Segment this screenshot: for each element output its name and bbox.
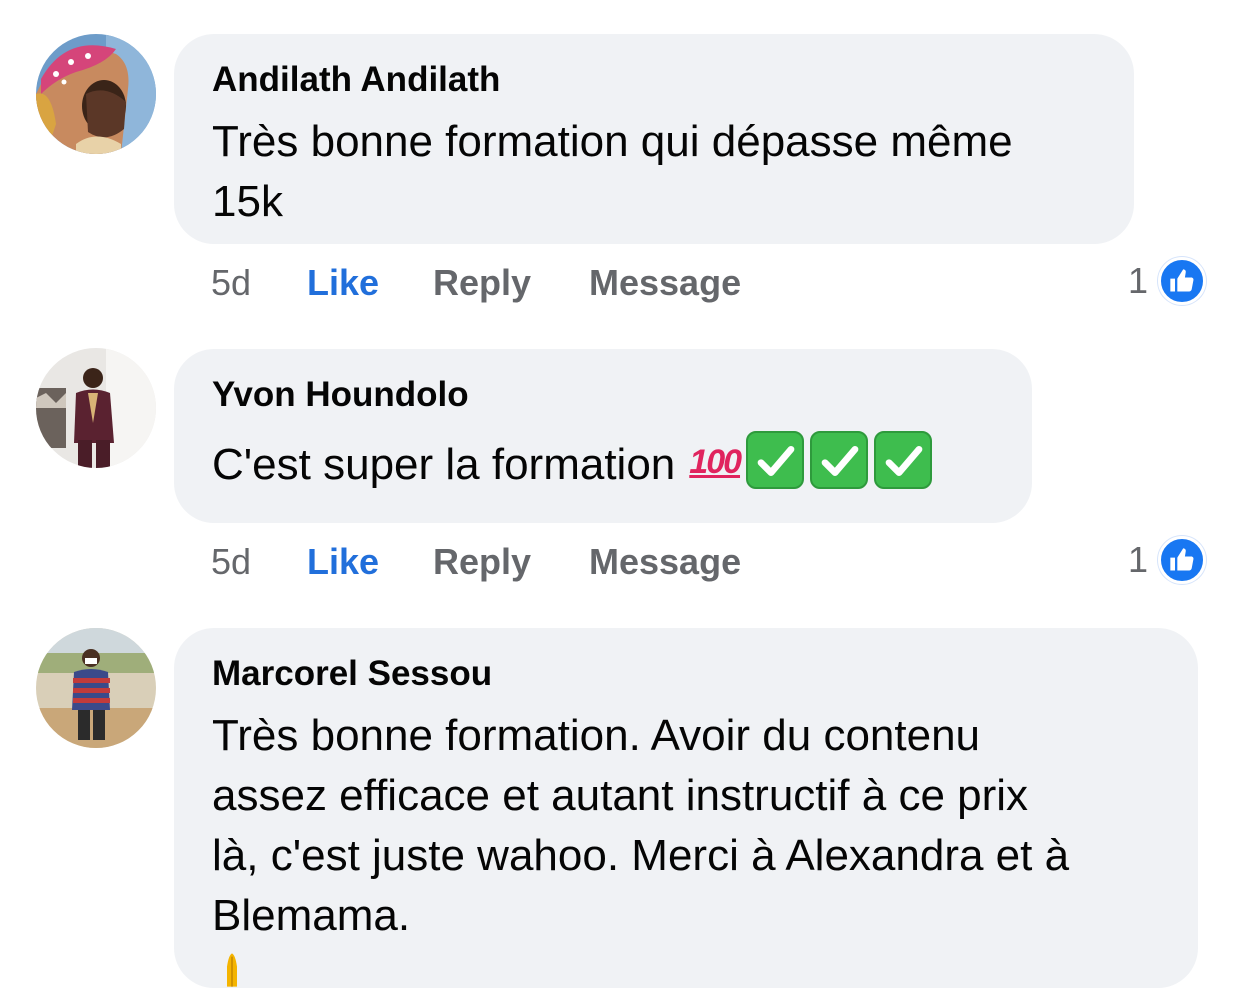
check-mark-button-icon (746, 431, 805, 489)
reply-button[interactable]: Reply (433, 258, 531, 308)
comment-author[interactable]: Yvon Houndolo (212, 375, 994, 415)
like-button[interactable]: Like (307, 258, 379, 308)
check-mark-button-icon (874, 431, 933, 489)
profile-photo-icon (36, 628, 156, 748)
comment-bubble: Yvon Houndolo C'est super la formation 10… (174, 349, 1032, 523)
folded-hands-icon (212, 950, 252, 998)
message-button[interactable]: Message (589, 258, 741, 308)
profile-photo-icon (36, 348, 156, 468)
avatar[interactable] (36, 348, 156, 468)
reaction-count: 1 (1127, 539, 1148, 580)
reaction-summary[interactable]: 1 (1128, 535, 1206, 585)
comment-text: C'est super la formation (212, 440, 676, 489)
avatar[interactable] (36, 628, 156, 748)
comment-bubble: Marcorel Sessou Très bonne formation. Av… (174, 628, 1198, 988)
avatar[interactable] (36, 34, 156, 154)
thumbs-up-icon (1158, 257, 1206, 305)
check-mark-button-icon (810, 431, 869, 489)
hundred-points-icon: 100 (689, 443, 742, 481)
comment-author[interactable]: Marcorel Sessou (212, 654, 1160, 694)
message-button[interactable]: Message (589, 537, 741, 587)
thumbs-up-icon (1158, 536, 1206, 584)
comment-text-line: C'est super la formation 100 (212, 431, 994, 495)
comment-text: Très bonne formation. Avoir du contenu a… (212, 711, 1070, 940)
comment-author[interactable]: Andilath Andilath (212, 60, 1096, 100)
comment-timestamp[interactable]: 5d (211, 258, 251, 308)
comment-bubble: Andilath Andilath Très bonne formation q… (174, 34, 1134, 244)
reaction-count: 1 (1127, 260, 1148, 301)
profile-photo-icon (36, 34, 156, 154)
comment-timestamp[interactable]: 5d (211, 537, 251, 587)
reply-button[interactable]: Reply (433, 537, 531, 587)
reaction-summary[interactable]: 1 (1128, 256, 1206, 306)
like-button[interactable]: Like (307, 537, 379, 587)
comment-actions: 5d Like Reply Message (211, 258, 811, 308)
comment-text: Très bonne formation qui dépasse même 15… (212, 117, 1013, 226)
comment-actions: 5d Like Reply Message (211, 537, 811, 587)
